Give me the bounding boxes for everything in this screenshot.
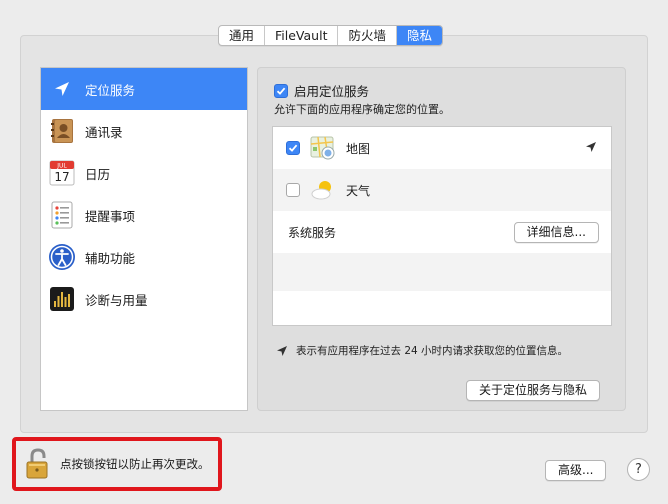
maps-label: 地图 [346, 141, 371, 156]
system-services-label: 系统服务 [288, 225, 337, 240]
list-item-system-services: 系统服务 详细信息... [273, 211, 611, 253]
location-services-pane: 启用定位服务 允许下面的应用程序确定您的位置。 地图 天气 系统服务 详细信息.… [257, 67, 626, 411]
empty-row [273, 253, 611, 291]
svg-text:JUL: JUL [56, 163, 67, 170]
tab-filevault[interactable]: FileVault [265, 26, 339, 45]
sidebar-item-label: 辅助功能 [85, 250, 136, 266]
advanced-button[interactable]: 高级... [545, 460, 607, 481]
svg-text:17: 17 [54, 170, 69, 184]
legend-text: 表示有应用程序在过去 24 小时内请求获取您的位置信息。 [296, 345, 569, 357]
sidebar-item-label: 日历 [85, 166, 111, 182]
lock-hint-text: 点按锁按钮以防止再次更改。 [60, 457, 210, 471]
sidebar-item-contacts[interactable]: 通讯录 [41, 110, 247, 152]
reminders-icon [47, 200, 77, 230]
sidebar-item-reminders[interactable]: 提醒事项 [41, 194, 247, 236]
maps-checkbox[interactable] [286, 141, 300, 155]
sidebar-item-label: 提醒事项 [85, 208, 136, 224]
privacy-category-list: 定位服务 通讯录 JUL 17 日历 提醒事项 辅助功能 诊断与用量 [40, 67, 248, 411]
sidebar-item-calendar[interactable]: JUL 17 日历 [41, 152, 247, 194]
help-button[interactable]: ? [627, 458, 650, 481]
sidebar-item-accessibility[interactable]: 辅助功能 [41, 236, 247, 278]
empty-row [273, 291, 611, 329]
list-item-weather[interactable]: 天气 [273, 169, 611, 211]
sidebar-item-label: 通讯录 [85, 124, 123, 140]
lock-area-highlight: 点按锁按钮以防止再次更改。 [12, 437, 222, 491]
contacts-book-icon [47, 116, 77, 146]
list-item-maps[interactable]: 地图 [273, 127, 611, 169]
accessibility-icon [47, 242, 77, 272]
enable-location-label: 启用定位服务 [294, 84, 370, 99]
diagnostics-icon [47, 284, 77, 314]
tab-firewall[interactable]: 防火墙 [338, 26, 397, 45]
enable-location-checkbox[interactable] [274, 83, 288, 98]
calendar-icon: JUL 17 [47, 158, 77, 188]
app-list: 地图 天气 系统服务 详细信息... [272, 126, 612, 326]
sidebar-item-diagnostics[interactable]: 诊断与用量 [41, 278, 247, 320]
location-arrow-icon [47, 74, 77, 104]
tab-general[interactable]: 通用 [219, 26, 266, 45]
location-arrow-icon [277, 345, 287, 356]
recent-location-arrow-icon [586, 142, 596, 152]
sidebar-item-label: 诊断与用量 [85, 292, 148, 308]
maps-icon [310, 136, 335, 160]
sidebar-item-location-services[interactable]: 定位服务 [41, 68, 247, 110]
weather-icon [311, 181, 331, 200]
tab-privacy[interactable]: 隐私 [397, 26, 443, 45]
details-button[interactable]: 详细信息... [513, 221, 599, 243]
privacy-tabs: 通用 FileVault 防火墙 隐私 [218, 25, 444, 46]
enable-location-services[interactable]: 启用定位服务 [274, 81, 369, 100]
weather-checkbox[interactable] [286, 183, 300, 197]
sidebar-item-label: 定位服务 [85, 82, 136, 98]
unlocked-padlock-icon[interactable] [24, 447, 52, 481]
location-legend: 表示有应用程序在过去 24 小时内请求获取您的位置信息。 [276, 343, 568, 358]
apps-description: 允许下面的应用程序确定您的位置。 [274, 103, 450, 116]
about-location-privacy-button[interactable]: 关于定位服务与隐私 [466, 380, 601, 401]
weather-label: 天气 [346, 183, 371, 198]
